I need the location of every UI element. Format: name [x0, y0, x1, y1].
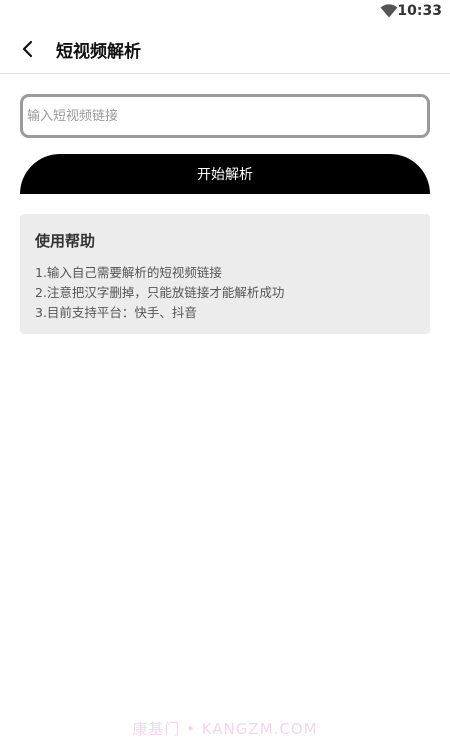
help-title: 使用帮助 — [35, 232, 96, 250]
help-line: 3.目前支持平台：快手、抖音 — [35, 305, 197, 320]
help-line: 2.注意把汉字删掉，只能放链接才能解析成功 — [35, 285, 285, 300]
help-card: 使用帮助 1.输入自己需要解析的短视频链接 2.注意把汉字删掉，只能放链接才能解… — [20, 214, 430, 334]
screen: 10:33 短视频解析 开始解析 使用帮助 1.输入自己需要解析的短视频链接 2… — [0, 0, 450, 750]
back-arrow-icon[interactable] — [18, 39, 38, 59]
wifi-icon — [380, 4, 398, 18]
app-bar: 短视频解析 — [0, 24, 450, 74]
watermark: 康基门 • KANGZM.COM — [132, 720, 318, 738]
start-parse-button[interactable]: 开始解析 — [20, 154, 430, 194]
status-bar: 10:33 — [0, 0, 450, 24]
help-line: 1.输入自己需要解析的短视频链接 — [35, 265, 222, 280]
help-list: 1.输入自己需要解析的短视频链接 2.注意把汉字删掉，只能放链接才能解析成功 3… — [35, 263, 415, 323]
start-parse-button-label: 开始解析 — [197, 167, 253, 183]
page-title: 短视频解析 — [56, 42, 141, 62]
status-time: 10:33 — [397, 3, 442, 19]
video-link-input[interactable] — [20, 94, 430, 138]
